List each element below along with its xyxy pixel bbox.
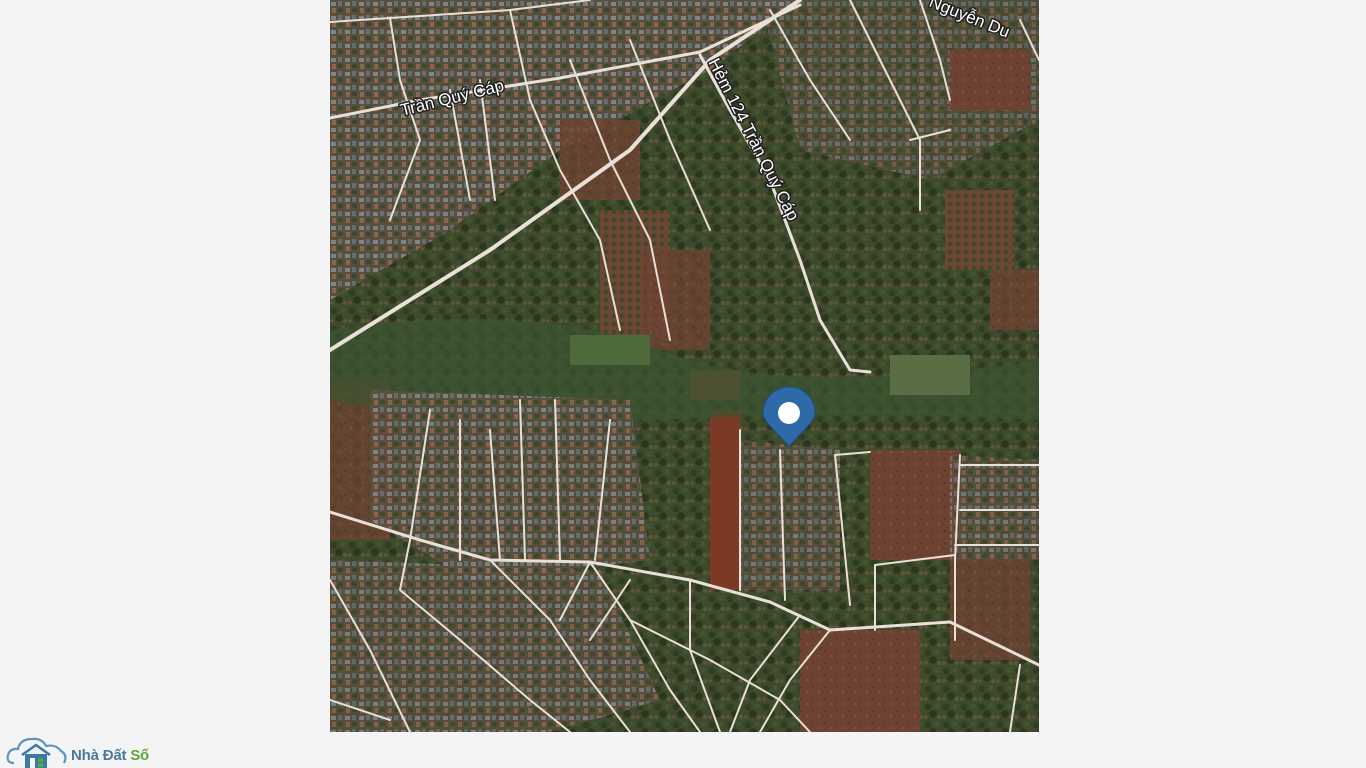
brand-name: Nhà Đất Số [71, 747, 149, 764]
house-cloud-icon [6, 737, 67, 768]
brand-name-part1: Nhà Đất [71, 747, 127, 764]
image-viewer: Trần Quý Cáp Hẻm 124 Trần Quý Cáp Nguyễn… [0, 0, 1366, 768]
satellite-map-image[interactable]: Trần Quý Cáp Hẻm 124 Trần Quý Cáp Nguyễn… [330, 0, 1039, 732]
brand-name-part2: Số [130, 747, 150, 764]
brand-watermark: Nhà Đất Số [6, 733, 149, 768]
